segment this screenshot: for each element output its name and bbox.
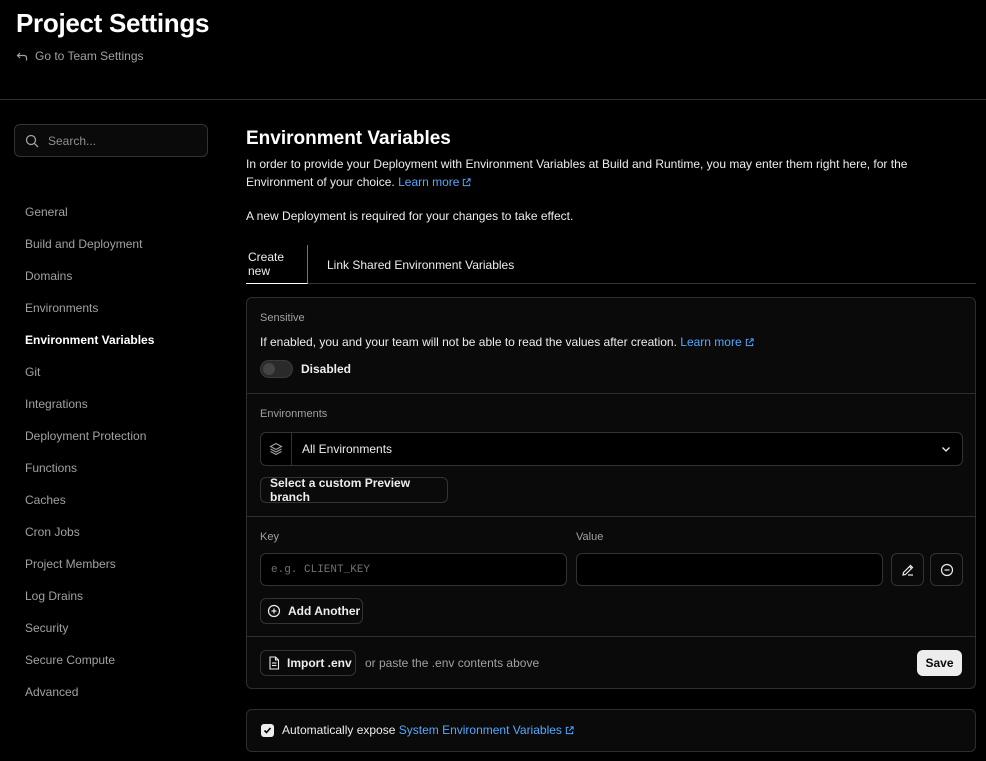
sidebar-item-log-drains[interactable]: Log Drains [25, 580, 205, 612]
key-input[interactable] [271, 563, 566, 576]
toggle-state-label: Disabled [301, 362, 352, 376]
key-value-section: Key Value Add Another [247, 517, 975, 637]
external-link-icon [745, 338, 754, 347]
sidebar-item-git[interactable]: Git [25, 356, 205, 388]
learn-more-label: Learn more [398, 175, 460, 189]
import-env-label: Import .env [287, 656, 352, 670]
layers-icon [269, 442, 283, 456]
checkmark-icon [263, 727, 272, 734]
key-label: Key [260, 531, 279, 543]
pencil-icon [901, 564, 913, 576]
search-icon [25, 134, 39, 147]
learn-more-link[interactable]: Learn more [398, 175, 472, 189]
environments-select-value: All Environments [302, 442, 393, 456]
back-to-team-settings-link[interactable]: Go to Team Settings [16, 49, 144, 63]
sidebar-item-environments[interactable]: Environments [25, 292, 205, 324]
sidebar-item-security[interactable]: Security [25, 612, 205, 644]
value-input[interactable] [587, 563, 882, 576]
sidebar-search[interactable] [14, 124, 208, 157]
tab-create-new[interactable]: Create new [246, 245, 308, 284]
section-description: In order to provide your Deployment with… [246, 155, 976, 191]
value-label: Value [576, 531, 604, 543]
sidebar-item-caches[interactable]: Caches [25, 484, 205, 516]
description-text: In order to provide your Deployment with… [246, 157, 908, 189]
add-another-label: Add Another [288, 604, 361, 618]
edit-value-button[interactable] [891, 553, 924, 586]
add-another-button[interactable]: Add Another [260, 598, 363, 624]
sensitive-learn-more-link[interactable]: Learn more [680, 335, 754, 349]
paste-hint: or paste the .env contents above [365, 656, 540, 670]
sidebar-item-cron-jobs[interactable]: Cron Jobs [25, 516, 205, 548]
page-title: Project Settings [16, 8, 210, 38]
remove-row-button[interactable] [930, 553, 963, 586]
minus-circle-icon [940, 563, 953, 576]
value-field[interactable] [576, 553, 883, 586]
sidebar-item-deployment-protection[interactable]: Deployment Protection [25, 420, 205, 452]
back-link-label: Go to Team Settings [35, 49, 144, 63]
arrow-back-icon [16, 52, 28, 61]
sidebar-item-build-and-deployment[interactable]: Build and Deployment [25, 228, 205, 260]
plus-circle-icon [267, 604, 281, 618]
key-field[interactable] [260, 553, 567, 586]
sidebar-item-integrations[interactable]: Integrations [25, 388, 205, 420]
section-title: Environment Variables [246, 128, 451, 149]
chevron-down-icon [942, 447, 950, 452]
system-vars-link[interactable]: System Environment Variables [399, 723, 574, 737]
custom-preview-branch-button[interactable]: Select a custom Preview branch [260, 476, 448, 504]
system-vars-card: Automatically expose System Environment … [246, 709, 976, 752]
sensitive-section: Sensitive If enabled, you and your team … [247, 298, 975, 394]
file-icon [269, 656, 280, 670]
sidebar-item-domains[interactable]: Domains [25, 260, 205, 292]
environments-label: Environments [260, 408, 328, 420]
search-input[interactable] [48, 133, 188, 148]
tab-link-shared[interactable]: Link Shared Environment Variables [327, 245, 514, 284]
system-vars-link-label: System Environment Variables [398, 723, 562, 737]
external-link-icon [463, 178, 472, 187]
sidebar-item-project-members[interactable]: Project Members [25, 548, 205, 580]
sensitive-learn-more-label: Learn more [680, 335, 742, 349]
sidebar-item-secure-compute[interactable]: Secure Compute [25, 644, 205, 676]
sensitive-toggle[interactable] [260, 360, 293, 378]
form-footer: Import .env or paste the .env contents a… [247, 637, 975, 688]
environments-select[interactable]: All Environments [260, 432, 963, 466]
tab-bar: Create new Link Shared Environment Varia… [246, 245, 976, 284]
sidebar-item-functions[interactable]: Functions [25, 452, 205, 484]
environments-section: Environments All Environments Select a c… [247, 394, 975, 517]
save-button[interactable]: Save [917, 650, 962, 676]
env-var-form-card: Sensitive If enabled, you and your team … [246, 297, 976, 689]
sidebar-item-environment-variables[interactable]: Environment Variables [25, 324, 205, 356]
page-header: Project Settings Go to Team Settings [0, 0, 986, 100]
sensitive-description: If enabled, you and your team will not b… [260, 335, 754, 349]
system-vars-prefix: Automatically expose [282, 723, 396, 737]
sidebar-item-advanced[interactable]: Advanced [25, 676, 205, 708]
main-content: Environment Variables In order to provid… [246, 126, 976, 284]
sensitive-label: Sensitive [260, 312, 305, 324]
sensitive-desc-text: If enabled, you and your team will not b… [260, 335, 677, 349]
sidebar-item-general[interactable]: General [25, 196, 205, 228]
system-vars-text: Automatically expose System Environment … [282, 723, 574, 737]
import-env-button[interactable]: Import .env [260, 650, 356, 676]
external-link-icon [565, 726, 574, 735]
select-icon-box [261, 433, 292, 465]
system-vars-checkbox[interactable] [261, 724, 274, 737]
sidebar-nav: General Build and Deployment Domains Env… [25, 196, 205, 708]
deployment-note: A new Deployment is required for your ch… [246, 209, 574, 223]
